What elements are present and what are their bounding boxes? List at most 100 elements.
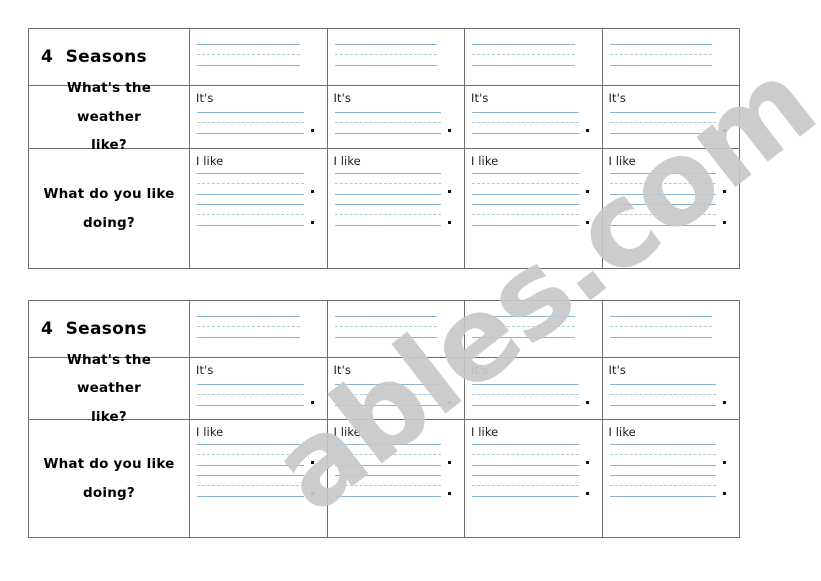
like-answer-cell-3[interactable]: I like — [465, 420, 603, 537]
guide-bottom-line — [197, 405, 304, 407]
guide-top-line — [197, 384, 304, 386]
weather-answer-cell-3[interactable]: It's — [465, 358, 603, 419]
writing-guide[interactable] — [195, 202, 318, 227]
period-mark — [585, 221, 589, 224]
writing-guide[interactable] — [470, 442, 593, 467]
writing-guide[interactable] — [195, 382, 318, 407]
guide-bottom-line — [334, 65, 437, 66]
writing-guide[interactable] — [608, 442, 731, 467]
writing-guide[interactable] — [608, 42, 731, 67]
writing-guide[interactable] — [470, 473, 593, 498]
like-answer-cell-1[interactable]: I like — [190, 149, 328, 268]
writing-guide[interactable] — [608, 171, 731, 196]
weather-answer-cell-2[interactable]: It's — [328, 358, 465, 419]
guide-middle-dashed-line — [334, 122, 441, 124]
writing-guide[interactable] — [333, 110, 456, 135]
weather-answer-cell-3[interactable]: It's — [465, 86, 603, 148]
weather-prompt: It's — [608, 363, 626, 377]
guide-middle-dashed-line — [197, 394, 304, 396]
guide-middle-dashed-line — [197, 485, 304, 487]
writing-guide[interactable] — [470, 171, 593, 196]
guide-middle-dashed-line — [609, 485, 716, 487]
writing-guide[interactable] — [333, 314, 456, 339]
writing-guide[interactable] — [195, 442, 318, 467]
guide-bottom-line — [334, 405, 441, 407]
guide-top-line — [609, 173, 716, 175]
guide-bottom-line — [197, 65, 300, 66]
writing-guide[interactable] — [333, 171, 456, 196]
writing-guide[interactable] — [333, 473, 456, 498]
guide-middle-dashed-line — [334, 485, 441, 487]
like-question-label: What do you like doing? — [43, 180, 174, 237]
like-answer-cell-4[interactable]: I like — [603, 420, 740, 537]
guide-middle-dashed-line — [334, 454, 441, 456]
writing-guide[interactable] — [470, 202, 593, 227]
like-question-line-1: What do you like — [43, 456, 175, 473]
title-answer-cell-4[interactable] — [603, 301, 740, 357]
period-mark — [310, 461, 314, 464]
guide-middle-dashed-line — [472, 54, 575, 55]
writing-guide[interactable] — [470, 42, 593, 67]
writing-guide[interactable] — [195, 473, 318, 498]
guide-top-line — [197, 44, 300, 45]
title-answer-cell-4[interactable] — [603, 29, 740, 85]
writing-guide[interactable] — [195, 314, 318, 339]
title-answer-cell-1[interactable] — [190, 301, 328, 357]
title-answer-cell-2[interactable] — [328, 29, 465, 85]
like-answer-cell-4[interactable]: I like — [603, 149, 740, 268]
guide-bottom-line — [472, 133, 579, 135]
weather-answer-cell-2[interactable]: It's — [328, 86, 465, 148]
guide-top-line — [609, 112, 716, 114]
like-answer-cell-2[interactable]: I like — [328, 149, 465, 268]
weather-answer-cell-4[interactable]: It's — [603, 86, 740, 148]
guide-middle-dashed-line — [472, 326, 575, 327]
guide-bottom-line — [334, 465, 441, 467]
guide-top-line — [472, 44, 575, 45]
writing-guide[interactable] — [608, 382, 731, 407]
guide-bottom-line — [334, 496, 441, 498]
like-prompt: I like — [333, 425, 361, 439]
writing-guide[interactable] — [333, 442, 456, 467]
writing-guide[interactable] — [195, 42, 318, 67]
guide-bottom-line — [472, 496, 579, 498]
writing-guide[interactable] — [195, 171, 318, 196]
guide-top-line — [197, 204, 304, 206]
weather-answer-cell-1[interactable]: It's — [190, 358, 328, 419]
guide-bottom-line — [609, 405, 716, 407]
guide-middle-dashed-line — [334, 214, 441, 216]
weather-prompt: It's — [196, 91, 214, 105]
writing-guide[interactable] — [333, 42, 456, 67]
writing-guide[interactable] — [608, 110, 731, 135]
writing-guide[interactable] — [608, 473, 731, 498]
title-answer-cell-3[interactable] — [465, 29, 603, 85]
guide-middle-dashed-line — [334, 326, 437, 327]
writing-guide[interactable] — [470, 110, 593, 135]
writing-guide[interactable] — [608, 202, 731, 227]
like-prompt: I like — [471, 425, 499, 439]
period-mark — [448, 401, 451, 404]
title-answer-cell-2[interactable] — [328, 301, 465, 357]
like-label-cell: What do you like doing? — [29, 149, 190, 268]
guide-bottom-line — [609, 337, 712, 338]
writing-guide[interactable] — [608, 314, 731, 339]
writing-guide[interactable] — [470, 382, 593, 407]
writing-guide[interactable] — [195, 110, 318, 135]
writing-guide[interactable] — [470, 314, 593, 339]
guide-middle-dashed-line — [609, 214, 716, 216]
like-row: What do you like doing? I like I like I … — [29, 420, 739, 537]
writing-guide[interactable] — [333, 202, 456, 227]
weather-answer-cell-1[interactable]: It's — [190, 86, 328, 148]
like-answer-cell-1[interactable]: I like — [190, 420, 328, 537]
guide-top-line — [197, 316, 300, 317]
like-answer-cell-2[interactable]: I like — [328, 420, 465, 537]
guide-middle-dashed-line — [197, 54, 300, 55]
weather-answer-cell-4[interactable]: It's — [603, 358, 740, 419]
guide-bottom-line — [472, 194, 579, 196]
writing-guide[interactable] — [333, 382, 456, 407]
like-answer-cell-3[interactable]: I like — [465, 149, 603, 268]
like-question-label: What do you like doing? — [43, 450, 174, 507]
title-answer-cell-3[interactable] — [465, 301, 603, 357]
guide-top-line — [472, 444, 579, 446]
title-answer-cell-1[interactable] — [190, 29, 328, 85]
guide-middle-dashed-line — [609, 326, 712, 327]
